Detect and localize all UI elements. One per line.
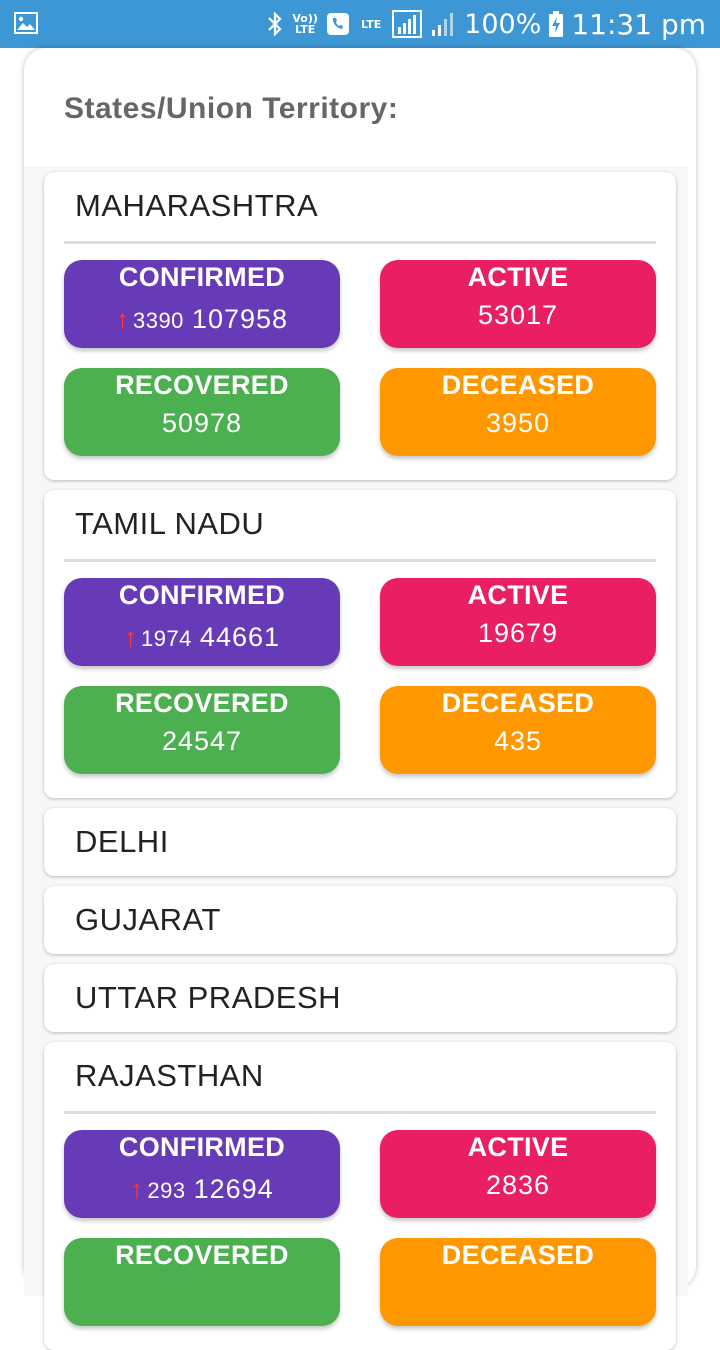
state-name: MAHARASHTRA — [75, 188, 319, 223]
recovered-label: RECOVERED — [115, 688, 289, 718]
active-label: ACTIVE — [467, 262, 569, 292]
divider — [64, 559, 656, 562]
states-sheet: States/Union Territory: MAHARASHTRA CONF… — [24, 48, 696, 1350]
divider — [64, 1111, 656, 1114]
state-card-uttar-pradesh[interactable]: UTTAR PRADESH — [44, 964, 676, 1032]
state-card-tamil-nadu[interactable]: TAMIL NADU CONFIRMED ↑ 1974 44661 ACTIVE 1… — [44, 490, 676, 798]
deceased-tile: DECEASED — [380, 1238, 656, 1326]
confirmed-label: CONFIRMED — [118, 1132, 286, 1162]
recovered-label: RECOVERED — [115, 370, 289, 400]
state-name: RAJASTHAN — [75, 1058, 264, 1093]
deceased-value: 3950 — [485, 408, 551, 438]
increase-arrow-icon: ↑ — [115, 304, 130, 334]
state-name: UTTAR PRADESH — [75, 980, 342, 1015]
gallery-icon — [14, 12, 38, 34]
active-tile: ACTIVE 53017 — [380, 260, 656, 348]
deceased-value: 435 — [493, 726, 543, 756]
active-tile: ACTIVE 2836 — [380, 1130, 656, 1218]
active-label: ACTIVE — [467, 580, 569, 610]
clock: 11:31 pm — [571, 7, 706, 41]
deceased-label: DECEASED — [441, 1240, 595, 1270]
confirmed-delta: 3390 — [132, 308, 184, 333]
lte-label: LTE — [361, 17, 382, 31]
active-value: 19679 — [477, 618, 559, 648]
confirmed-value: 44661 — [199, 622, 281, 652]
active-tile: ACTIVE 19679 — [380, 578, 656, 666]
recovered-tile: RECOVERED 50978 — [64, 368, 340, 456]
volte-icon: Vo)) LTE — [292, 12, 318, 36]
active-value: 53017 — [477, 300, 559, 330]
recovered-tile: RECOVERED — [64, 1238, 340, 1326]
confirmed-value: 107958 — [191, 304, 289, 334]
divider — [64, 241, 656, 244]
confirmed-label: CONFIRMED — [118, 262, 286, 292]
state-name: DELHI — [75, 824, 169, 859]
battery-percent: 100% — [464, 8, 542, 40]
recovered-tile: RECOVERED 24547 — [64, 686, 340, 774]
state-card-maharashtra[interactable]: MAHARASHTRA CONFIRMED ↑ 3390 107958 ACTIVE… — [44, 172, 676, 480]
confirmed-value-row: ↑ 3390 107958 — [64, 304, 340, 335]
deceased-label: DECEASED — [441, 370, 595, 400]
state-name: GUJARAT — [75, 902, 221, 937]
signal-icon — [432, 13, 454, 36]
confirmed-label: CONFIRMED — [118, 580, 286, 610]
recovered-value: 24547 — [161, 726, 243, 756]
status-bar: Vo)) LTE LTE 100% 11:31 pm — [0, 0, 720, 48]
deceased-label: DECEASED — [441, 688, 595, 718]
recovered-value: 50978 — [161, 408, 243, 438]
states-list: MAHARASHTRA CONFIRMED ↑ 3390 107958 ACTIVE… — [24, 166, 688, 1350]
state-card-rajasthan[interactable]: RAJASTHAN CONFIRMED ↑ 293 12694 ACTIVE 283… — [44, 1042, 676, 1350]
increase-arrow-icon: ↑ — [130, 1174, 145, 1204]
confirmed-value: 12694 — [193, 1174, 274, 1204]
confirmed-delta: 293 — [147, 1178, 186, 1203]
confirmed-value-row: ↑ 1974 44661 — [64, 622, 340, 653]
lte-signal-icon — [392, 10, 423, 38]
deceased-tile: DECEASED 3950 — [380, 368, 656, 456]
state-name: TAMIL NADU — [75, 506, 265, 541]
confirmed-tile: CONFIRMED ↑ 1974 44661 — [64, 578, 340, 666]
deceased-tile: DECEASED 435 — [380, 686, 656, 774]
page-title: States/Union Territory: — [64, 92, 399, 125]
status-icons: Vo)) LTE LTE 100% 11:31 pm — [266, 0, 706, 48]
bluetooth-icon — [268, 11, 282, 37]
state-card-delhi[interactable]: DELHI — [44, 808, 676, 876]
confirmed-value-row: ↑ 293 12694 — [64, 1174, 340, 1205]
confirmed-tile: CONFIRMED ↑ 293 12694 — [64, 1130, 340, 1218]
increase-arrow-icon: ↑ — [123, 622, 138, 652]
confirmed-delta: 1974 — [140, 626, 192, 651]
confirmed-tile: CONFIRMED ↑ 3390 107958 — [64, 260, 340, 348]
active-label: ACTIVE — [467, 1132, 569, 1162]
active-value: 2836 — [485, 1170, 551, 1200]
wifi-calling-icon — [327, 13, 350, 35]
recovered-label: RECOVERED — [115, 1240, 289, 1270]
state-card-gujarat[interactable]: GUJARAT — [44, 886, 676, 954]
battery-charging-icon — [549, 11, 564, 37]
